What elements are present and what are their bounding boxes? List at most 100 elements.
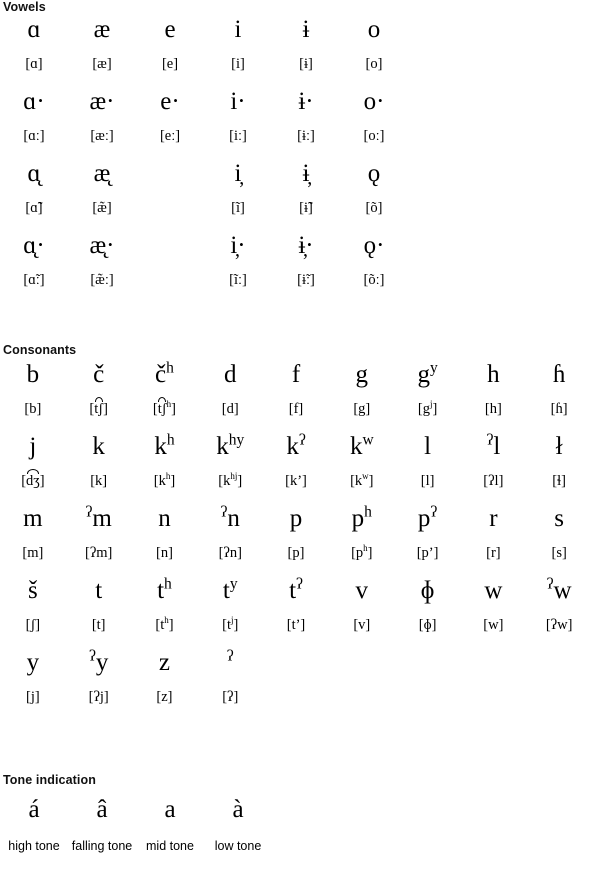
bracket-close: ] [171, 401, 176, 417]
superscript-modifier: h [166, 431, 175, 449]
consonants-ipa-cell [460, 687, 526, 707]
consonants-letter-cell: v [329, 576, 395, 606]
base-glyph: r [489, 505, 498, 532]
tone-section-heading: Tone indication [3, 773, 96, 787]
consonants-letter-cell: gy [395, 360, 461, 390]
base-glyph: l [424, 433, 432, 460]
glottal-prefix: ʔ [226, 647, 234, 665]
consonants-ipa-cell: [tj] [197, 615, 263, 635]
superscript-modifier: ʔ [298, 431, 306, 449]
bracket-close: ] [103, 401, 108, 417]
base-glyph: y [95, 649, 109, 676]
consonants-letter-cell: ʔy [66, 648, 132, 678]
vowels-letter-cell: ǫ [367, 160, 381, 187]
vowels-ipa-cell: [ĩː] [229, 272, 247, 288]
vowels-ipa-cell: [ɨ] [299, 56, 313, 72]
consonants-letter-cell: š [0, 576, 66, 606]
vowels-letter-cell: ɑ̨· [23, 232, 45, 259]
consonants-letter-cell: khy [197, 432, 263, 462]
consonants-ipa-cell: [v] [353, 617, 371, 633]
superscript-modifier: y [429, 359, 438, 377]
base-glyph: ł [555, 433, 563, 460]
base-glyph: z [158, 649, 170, 676]
consonants-letter-cell: ʔ [197, 648, 263, 678]
vowels-letter-cell: ɨ· [298, 88, 314, 115]
consonants-ipa-cell: [kh] [132, 471, 198, 491]
consonants-ipa-cell: [p’] [416, 545, 439, 561]
consonants-ipa-cell: [b] [24, 401, 42, 417]
consonants-ipa-cell: [f] [288, 401, 304, 417]
vowels-letter-cell: o· [363, 88, 385, 115]
consonants-ipa-cell: [ɦ] [550, 401, 568, 417]
glottal-prefix: ʔ [88, 647, 96, 665]
vowels-letter-cell: æ̨· [89, 232, 115, 259]
consonants-letter-cell: kʔ [263, 432, 329, 462]
consonants-ipa-cell: [ʔj] [88, 689, 109, 705]
tone-marks-row: áâaà [0, 795, 592, 825]
glottal-prefix: ʔ [546, 575, 554, 593]
consonants-letter-cell [395, 648, 461, 678]
consonants-letter-cell: kh [132, 432, 198, 462]
vowels-section-heading: Vowels [3, 0, 46, 14]
base-glyph: d [223, 361, 237, 388]
bracket-close: ] [39, 473, 45, 489]
vowels-ipa-cell: [ɑ] [25, 56, 43, 72]
consonants-grid: b č čh d f g gy h ɦ [b] [tʃ] [tʃh] [d] [f] [g] [gj] [h][… [0, 360, 592, 720]
superscript-modifier: ʔ [430, 503, 438, 521]
vowels-row: ɑ̨· æ̨· i̦· ɨ̦· ǫ· [0, 231, 592, 261]
tone-grid: á â a à high tone falling tone mid tone low ton… [0, 795, 592, 856]
consonants-letter-cell [329, 648, 395, 678]
consonants-ipa-cell: [khj] [197, 471, 263, 491]
base-glyph: f [291, 361, 301, 388]
consonants-letter-cell: k [66, 432, 132, 462]
consonants-letter-cell: h [460, 360, 526, 390]
superscript-modifier: h [164, 575, 172, 593]
base-glyph: g [355, 361, 369, 388]
vowels-ipa-cell: [æː] [90, 128, 114, 144]
consonants-ipa-cell: [ʔn] [218, 545, 242, 561]
vowels-row: ɑ̨ æ̨ i̦ ɨ̦ ǫ [0, 159, 592, 189]
base-glyph: k [216, 433, 229, 460]
consonants-ipa-cell: [m] [22, 545, 44, 561]
superscript-modifier: h [364, 503, 372, 521]
base-glyph: b [26, 361, 40, 388]
vowels-row: ɑ· æ· e· i· ɨ· o· [0, 87, 592, 117]
vowels-ipa-cell: [ɨ̃ː] [297, 272, 315, 288]
consonants-row: y ʔy z ʔ [0, 648, 592, 678]
consonants-letter-cell: ʔw [526, 576, 592, 606]
bracket-close: ] [432, 401, 438, 417]
superscript-modifier: y [229, 575, 238, 593]
vowels-letter-cell: i [234, 16, 242, 43]
vowels-row: [ɑ] [æ] [e] [i] [ɨ] [o] [0, 54, 592, 74]
consonants-ipa-cell: [t] [91, 617, 106, 633]
consonants-ipa-cell: [ɬ] [552, 473, 566, 489]
consonants-letter-cell: pʔ [395, 504, 461, 534]
tone-mark-cell: à [232, 796, 244, 823]
vowels-row: [ɑ̃ː] [æ̃ː] [ĩː] [ɨ̃ː] [õː] [0, 270, 592, 290]
consonants-letter-cell: f [263, 360, 329, 390]
vowels-letter-cell: e [164, 16, 176, 43]
vowels-row: [ɑ̃] [æ̃] [ĩ] [ɨ̃] [õ] [0, 198, 592, 218]
vowels-letter-cell: i̦· [230, 232, 246, 259]
vowels-grid: ɑ æ e i ɨ o [ɑ] [æ] [e] [i] [ɨ] [o] ɑ· æ· e· i· ɨ· o· [ɑː]… [0, 15, 592, 303]
consonants-letter-cell [526, 648, 592, 678]
consonants-ipa-cell: [th] [132, 615, 198, 635]
consonants-ipa-cell: [dʒ] [0, 469, 66, 491]
vowels-ipa-cell [136, 198, 204, 218]
superscript-modifier: ʔ [296, 575, 303, 593]
consonants-letter-cell: w [460, 576, 526, 606]
consonants-letter-cell: č [66, 360, 132, 390]
base-glyph: n [227, 505, 240, 532]
vowels-letter-cell [136, 159, 204, 189]
vowels-letter-cell: i· [230, 88, 246, 115]
base-glyph: ɸ [420, 577, 435, 604]
vowels-letter-cell: ɨ̦ [302, 160, 310, 187]
vowels-letter-cell: i̦ [234, 160, 242, 187]
consonants-letter-cell: z [132, 648, 198, 678]
vowels-letter-cell: ǫ· [363, 232, 385, 259]
consonants-letter-cell: n [132, 504, 198, 534]
base-glyph: v [355, 577, 369, 604]
consonants-letter-cell: ty [197, 576, 263, 606]
consonants-ipa-cell: [z] [156, 689, 173, 705]
base-glyph: w [553, 577, 572, 604]
